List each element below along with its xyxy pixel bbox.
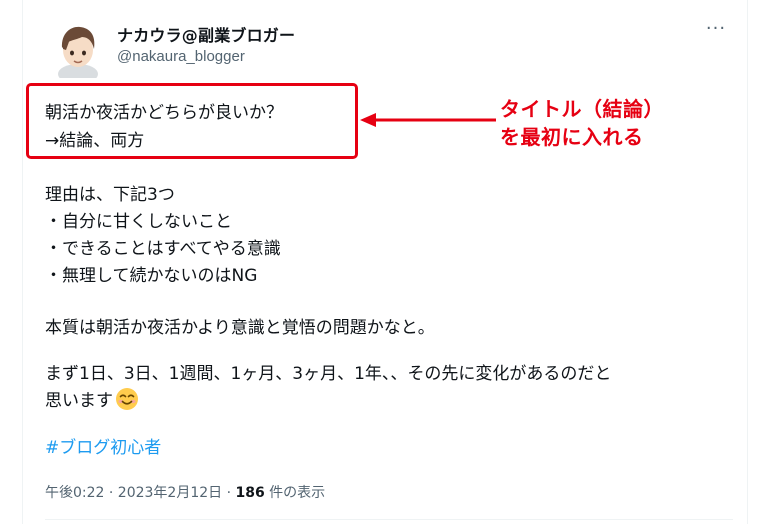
tweet-text-line: ・自分に甘くしないこと [45,212,232,232]
views-count: 186 [235,485,265,501]
annotation-arrow-icon [360,113,496,127]
tweet-text-line: →結論、両方 [45,131,145,151]
tweet-text-line: ・無理して続かないのはNG [45,266,258,286]
tweet-text-fragment: 思います [45,391,113,411]
tweet-text-line: ・できることはすべてやる意識 [45,239,281,259]
tweet-text-line: 思います [45,386,139,411]
views-label: 件の表示 [264,485,326,501]
tweet-text-line: 朝活か夜活かどちらが良いか？ [45,103,283,123]
avatar[interactable] [52,22,104,78]
annotation-text: を最初に入れる [500,125,644,149]
tweet-meta: 午後0:22 · 2023年2月12日 · 186 件の表示 [45,482,325,502]
author-handle[interactable]: @nakaura_blogger [117,48,245,65]
tweet-timestamp[interactable]: 午後0:22 · 2023年2月12日 · [45,485,236,501]
annotation-text: タイトル（結論） [500,97,664,121]
hashtag-link[interactable]: #ブログ初心者 [45,433,161,458]
smiling-face-icon [116,388,138,410]
more-options-button[interactable]: ··· [700,20,732,42]
tweet-text-line: 理由は、下記3つ [45,185,175,205]
tweet-text-line: 本質は朝活か夜活かより意識と覚悟の問題かなと。 [45,318,435,338]
author-name[interactable]: ナカウラ@副業ブロガー [117,22,295,46]
tweet-text-line: まず1日、3日、1週間、1ヶ月、3ヶ月、1年、、その先に変化があるのだと [45,364,612,384]
divider [45,519,733,520]
